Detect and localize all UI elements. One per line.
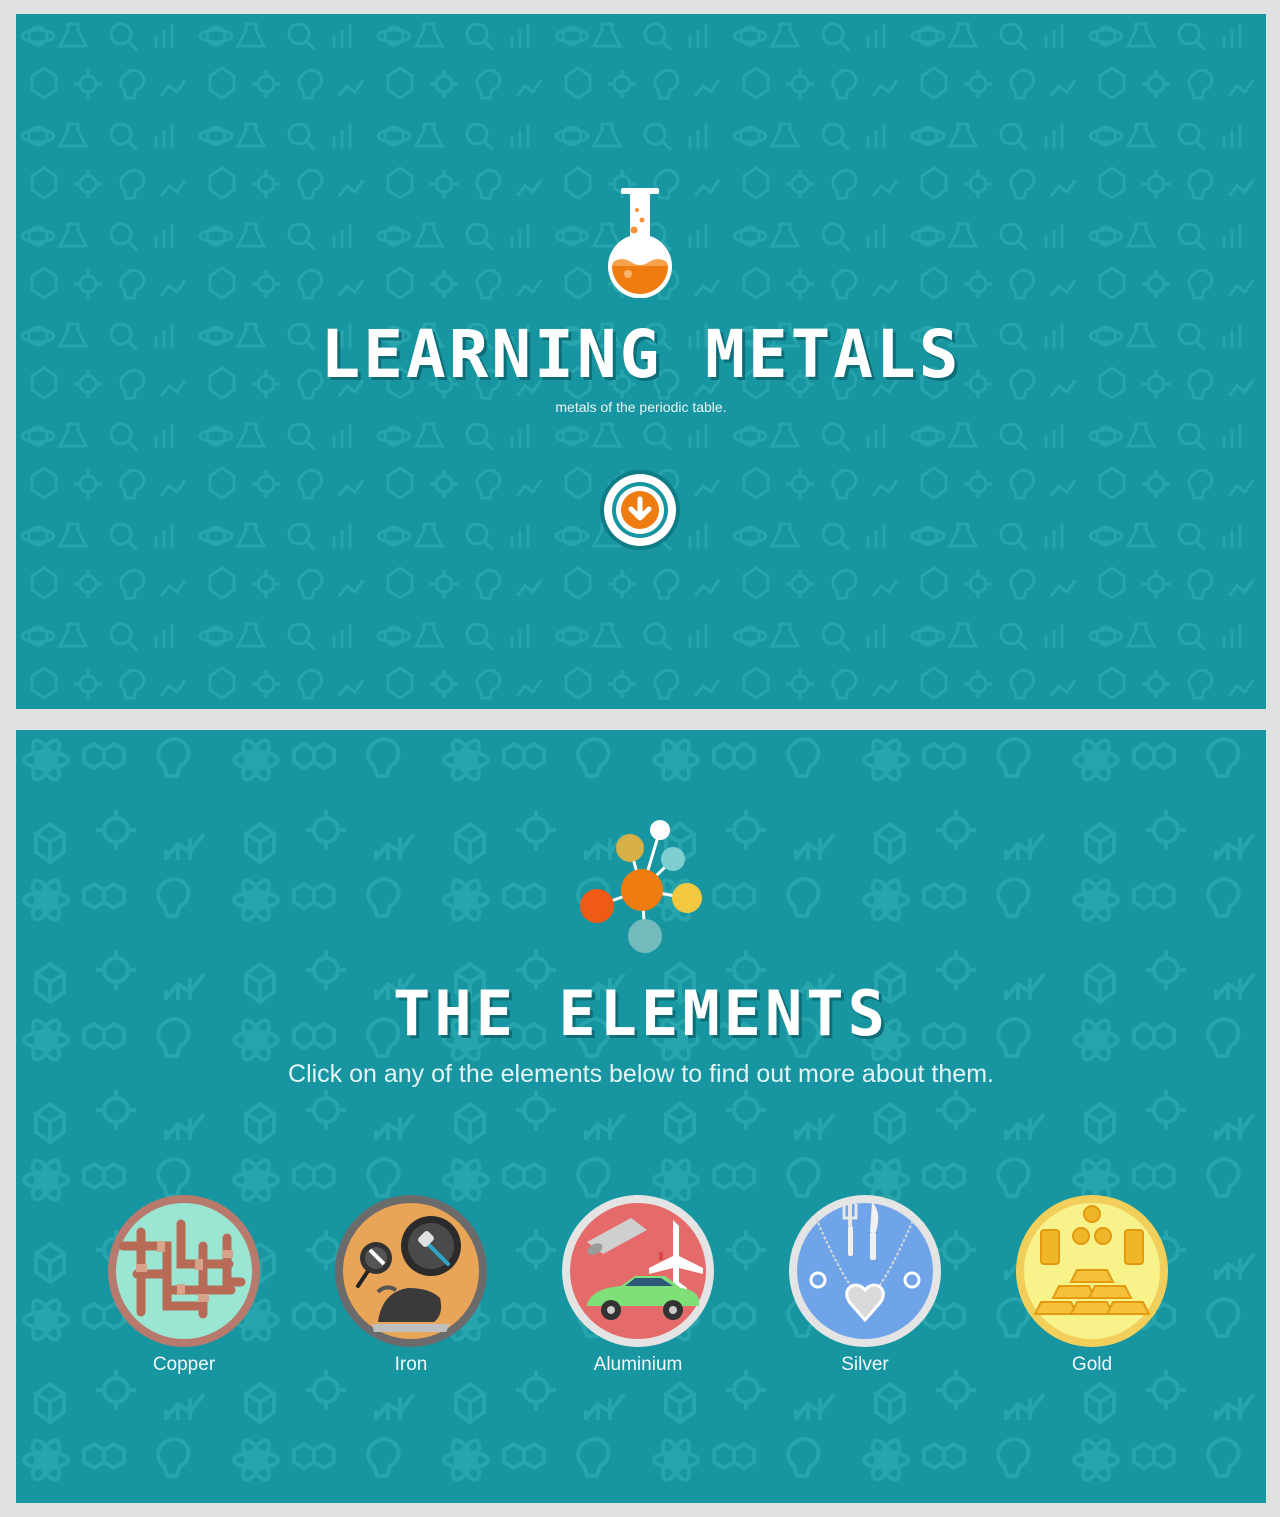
section-subtitle: Click on any of the elements below to fi…: [288, 1060, 994, 1088]
flask-icon: [608, 188, 672, 298]
iron-cookware-icon: [335, 1195, 487, 1347]
element-label-iron: Iron: [394, 1354, 428, 1375]
arrow-down-circle-icon: [600, 470, 680, 550]
element-label-gold: Gold: [1071, 1354, 1113, 1375]
aluminium-vehicles-icon: [562, 1195, 714, 1347]
hero-section: LEARNING METALS metals of the periodic t…: [16, 14, 1266, 709]
element-label-silver: Silver: [841, 1354, 889, 1375]
element-card-copper[interactable]: Copper: [104, 1194, 264, 1380]
scroll-down-button[interactable]: [598, 468, 682, 552]
element-card-gold[interactable]: Gold: [1012, 1194, 1172, 1380]
section-title: THE ELEMENTS: [393, 977, 889, 1050]
elements-section: THE ELEMENTS Click on any of the element…: [16, 730, 1266, 1503]
element-label-aluminium: Aluminium: [593, 1354, 683, 1375]
element-label-copper: Copper: [152, 1354, 216, 1375]
silver-jewelry-icon: [789, 1195, 941, 1347]
molecule-icon: [580, 820, 702, 953]
element-card-aluminium[interactable]: Aluminium: [558, 1194, 718, 1380]
copper-pipes-icon: [108, 1195, 260, 1347]
gold-bars-icon: [1016, 1195, 1168, 1347]
page-subtitle: metals of the periodic table.: [555, 399, 727, 415]
page-title: LEARNING METALS: [320, 316, 962, 393]
element-card-silver[interactable]: Silver: [785, 1194, 945, 1380]
element-card-iron[interactable]: Iron: [331, 1194, 491, 1380]
